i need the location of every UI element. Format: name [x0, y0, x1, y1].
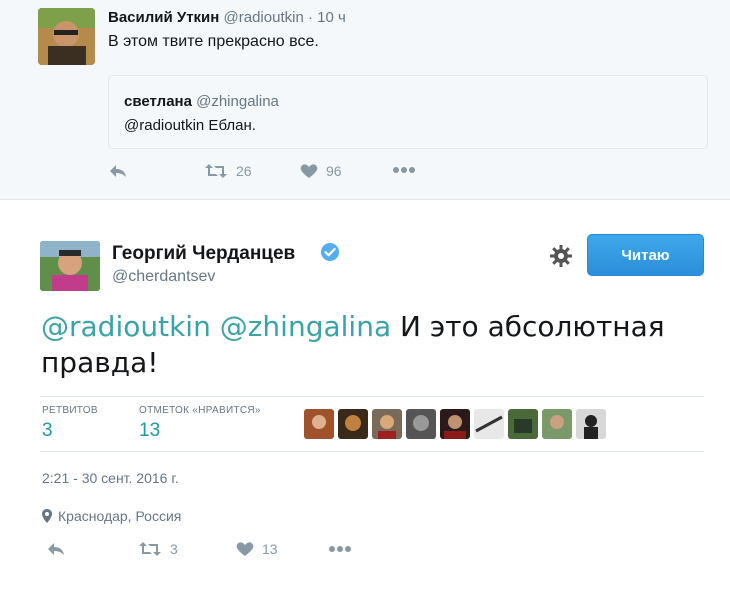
heart-icon — [236, 542, 254, 556]
gear-icon[interactable] — [549, 244, 573, 268]
tweet-text: В этом твите прекрасно все. — [108, 33, 319, 50]
tweet-timestamp[interactable]: 2:21 - 30 сент. 2016 г. — [42, 470, 179, 486]
tweet-location[interactable]: Краснодар, Россия — [42, 508, 181, 524]
quote-header: светлана @zhingalina — [124, 93, 279, 110]
follow-button[interactable]: Читаю — [587, 234, 704, 276]
avatar[interactable] — [576, 409, 606, 439]
retweet-icon — [139, 542, 161, 556]
separator: · — [307, 9, 313, 26]
more-icon — [329, 546, 351, 552]
avatar[interactable] — [304, 409, 334, 439]
heart-icon — [300, 164, 318, 178]
quote-text: @radioutkin Еблан. — [124, 117, 256, 134]
like-count: 13 — [262, 541, 278, 557]
avatar[interactable] — [542, 409, 572, 439]
stat-label: ОТМЕТОК «НРАВИТСЯ» — [139, 405, 261, 416]
context-tweet[interactable]: Василий Уткин @radioutkin · 10 ч В этом … — [0, 0, 730, 200]
reply-icon — [110, 165, 126, 177]
like-button[interactable]: 96 — [300, 163, 342, 179]
quoted-tweet[interactable]: светлана @zhingalina @radioutkin Еблан. — [108, 75, 708, 149]
main-avatar[interactable] — [40, 241, 100, 291]
more-icon — [393, 167, 415, 173]
avatar[interactable] — [508, 409, 538, 439]
reply-icon — [48, 543, 64, 555]
main-tweet-text: @radioutkin @zhingalina И это абсолютная… — [41, 309, 701, 381]
mention-link[interactable]: @radioutkin — [41, 310, 211, 343]
liker-avatars — [304, 409, 606, 439]
mention-link[interactable]: @zhingalina — [220, 310, 391, 343]
more-button[interactable] — [328, 545, 352, 553]
user-handle[interactable]: @radioutkin — [224, 9, 304, 26]
stat-value: 13 — [139, 420, 161, 441]
main-user-handle[interactable]: @cherdantsev — [112, 268, 215, 286]
location-pin-icon — [42, 509, 52, 523]
main-user-name[interactable]: Георгий Черданцев — [112, 243, 295, 265]
quote-user-handle: @zhingalina — [196, 93, 279, 110]
retweet-count: 3 — [170, 541, 178, 557]
avatar[interactable] — [474, 409, 504, 439]
stat-value: 3 — [42, 420, 53, 441]
user-name[interactable]: Василий Уткин — [108, 9, 219, 26]
reply-button[interactable] — [108, 163, 128, 179]
retweets-stat[interactable]: РЕТВИТОВ 3 — [42, 405, 98, 442]
avatar[interactable] — [406, 409, 436, 439]
location-text: Краснодар, Россия — [58, 508, 182, 524]
verified-icon — [321, 243, 339, 261]
quote-user-name: светлана — [124, 93, 192, 110]
avatar[interactable] — [38, 8, 95, 65]
divider — [40, 396, 704, 397]
retweet-button[interactable]: 3 — [138, 541, 178, 557]
like-count: 96 — [326, 163, 342, 179]
retweet-button[interactable]: 26 — [204, 163, 252, 179]
divider — [40, 451, 704, 452]
avatar[interactable] — [338, 409, 368, 439]
retweet-count: 26 — [236, 163, 252, 179]
stat-label: РЕТВИТОВ — [42, 405, 98, 416]
retweet-icon — [205, 164, 227, 178]
likes-stat[interactable]: ОТМЕТОК «НРАВИТСЯ» 13 — [139, 405, 261, 442]
reply-button[interactable] — [46, 541, 66, 557]
more-button[interactable] — [392, 166, 416, 174]
like-button[interactable]: 13 — [236, 541, 278, 557]
avatar[interactable] — [372, 409, 402, 439]
tweet-time[interactable]: 10 ч — [317, 9, 346, 26]
avatar[interactable] — [440, 409, 470, 439]
tweet-header: Василий Уткин @radioutkin · 10 ч — [108, 9, 346, 26]
